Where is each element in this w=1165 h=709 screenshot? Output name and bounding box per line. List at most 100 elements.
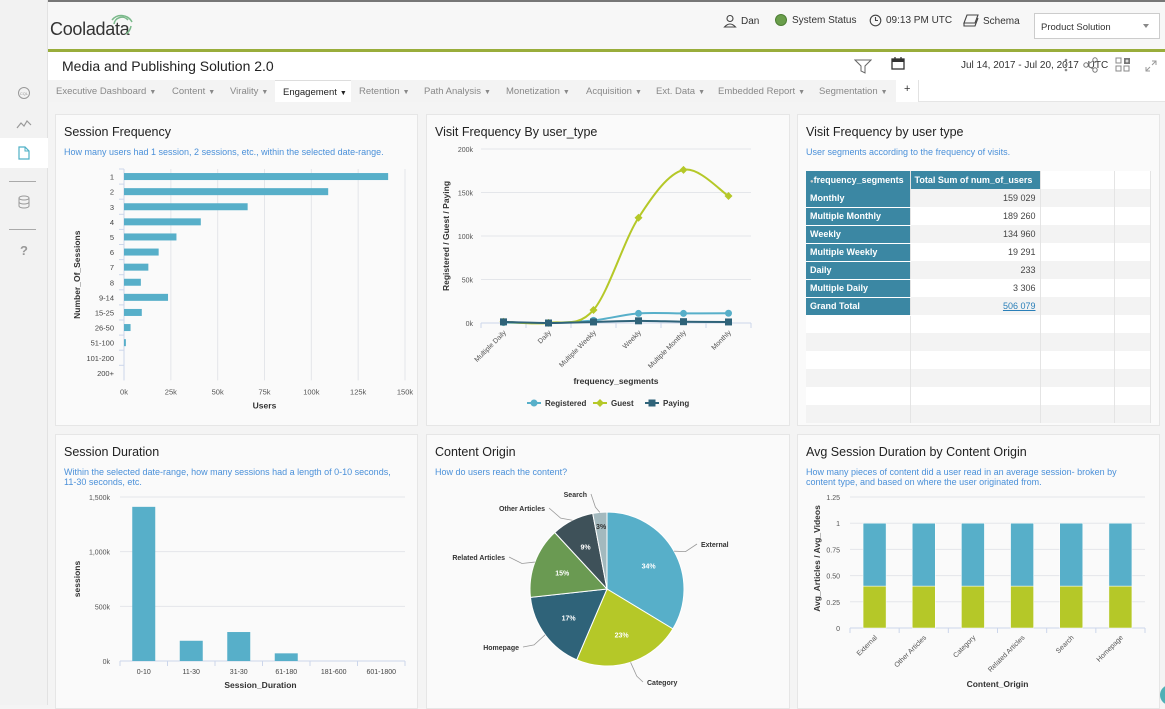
y-tick-label: 7 <box>110 263 114 272</box>
pie-connector <box>522 634 546 648</box>
table-row: Multiple Weekly 19 291 <box>806 243 1151 262</box>
panel-subtitle: User segments according to the frequency… <box>806 147 1011 157</box>
report-page-icon <box>18 146 30 160</box>
x-tick-label: 100k <box>303 387 320 396</box>
y-axis-label: Number_Of_Sessions <box>72 230 82 319</box>
y-tick-label: 51-100 <box>91 339 114 348</box>
bar-segment <box>961 585 985 629</box>
bar-segment <box>912 585 936 629</box>
y-tick-label: 5 <box>110 233 114 242</box>
tab-virality[interactable]: Virality ▼ <box>222 80 278 102</box>
chevron-down-icon: ▼ <box>798 89 806 96</box>
system-status[interactable]: System Status <box>775 14 856 26</box>
tab-engagement[interactable]: Engagement ▼ <box>275 80 356 102</box>
sidebar-item-data[interactable] <box>0 187 48 217</box>
bar <box>124 308 142 316</box>
column-header[interactable]: Total Sum of num_of_users <box>910 171 1041 189</box>
x-tick-label: Related Articles <box>987 634 1027 674</box>
y-axis-label: Registered / Guest / Paying <box>441 181 451 291</box>
data-point <box>500 318 507 326</box>
pie-connector <box>508 556 535 564</box>
y-tick-label: 0k <box>466 321 474 328</box>
y-tick-label: 1,500k <box>89 495 111 502</box>
pie-connector <box>630 662 644 683</box>
bar <box>124 218 201 226</box>
tab-monetization[interactable]: Monetization ▼ <box>498 80 579 102</box>
bar <box>124 278 141 286</box>
bar <box>124 339 126 347</box>
solution-select[interactable]: Product Solution <box>1034 13 1160 39</box>
empty-cell <box>1040 171 1115 189</box>
panel-subtitle: How many pieces of content did a user re… <box>806 467 1117 487</box>
add-widget-icon[interactable] <box>1115 57 1131 73</box>
current-time: 09:13 PM UTC <box>886 15 953 26</box>
sidebar-item-trends[interactable] <box>0 109 48 139</box>
legend-label: Paying <box>663 399 689 408</box>
y-tick-label: 0k <box>103 659 111 666</box>
x-tick-label: Multiple Daily <box>474 329 509 364</box>
tab-segmentation[interactable]: Segmentation ▼ <box>811 80 897 102</box>
schema-button[interactable]: Schema <box>963 14 1020 28</box>
tab-embedded-report[interactable]: Embedded Report ▼ <box>710 80 815 102</box>
bar <box>227 632 251 661</box>
pie-data-label: 3% <box>596 524 607 531</box>
grand-total-link[interactable]: 506 079 <box>1003 301 1036 311</box>
panel-visit-frequency-chart: Visit Frequency By user_type 0k 50k 100k 15… <box>426 114 790 426</box>
panel-subtitle: How many users had 1 session, 2 sessions… <box>64 147 384 157</box>
solution-select-value: Product Solution <box>1041 22 1111 33</box>
bar <box>124 324 131 332</box>
svg-text:CQL: CQL <box>20 91 29 96</box>
chevron-down-icon: ▼ <box>562 89 570 96</box>
x-tick-label: 61-180 <box>275 669 297 676</box>
sidebar-item-cql[interactable]: CQL <box>0 78 48 108</box>
tab-acquisition[interactable]: Acquisition ▼ <box>578 80 651 102</box>
data-point <box>725 318 732 326</box>
y-tick-label: 1,000k <box>89 550 111 557</box>
data-point <box>635 309 642 317</box>
table-row: Daily 233 <box>806 261 1151 280</box>
pie-label: Category <box>647 680 677 687</box>
tab-ext-data[interactable]: Ext. Data ▼ <box>648 80 715 102</box>
tab-retention[interactable]: Retention ▼ <box>351 80 419 102</box>
tab-executive-dashboard[interactable]: Executive Dashboard ▼ <box>48 80 166 102</box>
user-menu[interactable]: Dan <box>723 14 759 28</box>
x-tick-label: Category <box>952 634 977 659</box>
tab-path-analysis[interactable]: Path Analysis ▼ <box>416 80 500 102</box>
sidebar-item-reports[interactable] <box>0 138 48 168</box>
share-icon[interactable] <box>1083 57 1099 73</box>
add-tab-button[interactable]: + <box>896 80 920 102</box>
logo-signal-icon <box>111 14 133 35</box>
table-row: Weekly 134 960 <box>806 225 1151 244</box>
panel-title: Content Origin <box>435 445 516 459</box>
y-tick-label: 26-50 <box>95 324 114 333</box>
grand-total-row: Grand Total 506 079 <box>806 297 1151 316</box>
x-axis-label: frequency_segments <box>573 376 658 386</box>
legend-label: Registered <box>545 399 586 408</box>
y-tick-label: 15-25 <box>95 308 114 317</box>
table-header-row: ●frequency_segments Total Sum of num_of_… <box>806 171 1151 189</box>
pie-data-label: 17% <box>562 615 577 622</box>
chat-bubble-button[interactable] <box>1160 685 1165 705</box>
more-vertical-icon[interactable] <box>1064 58 1068 72</box>
panel-avg-session-duration: Avg Session Duration by Content Origin H… <box>797 434 1160 709</box>
bar <box>274 653 298 661</box>
data-point <box>590 318 597 326</box>
user-name: Dan <box>741 15 760 27</box>
tab-content[interactable]: Content ▼ <box>164 80 225 102</box>
bar-segment <box>1108 585 1133 629</box>
x-tick-label: 25k <box>165 387 177 396</box>
column-header[interactable]: ●frequency_segments <box>806 171 911 189</box>
bar-segment <box>862 585 887 629</box>
calendar-icon[interactable] <box>891 56 905 70</box>
y-tick-label: 0.25 <box>826 600 840 607</box>
x-tick-label: Daily <box>537 329 553 345</box>
panel-title: Avg Session Duration by Content Origin <box>806 445 1027 459</box>
bar <box>124 188 329 196</box>
bar-segment <box>1010 522 1034 587</box>
filter-icon[interactable] <box>854 59 872 74</box>
expand-icon[interactable] <box>1145 60 1157 72</box>
sidebar-item-help[interactable]: ? <box>0 235 48 265</box>
x-tick-label: 50k <box>212 387 224 396</box>
x-tick-label: Other Articles <box>894 634 929 669</box>
empty-row <box>806 387 1151 405</box>
